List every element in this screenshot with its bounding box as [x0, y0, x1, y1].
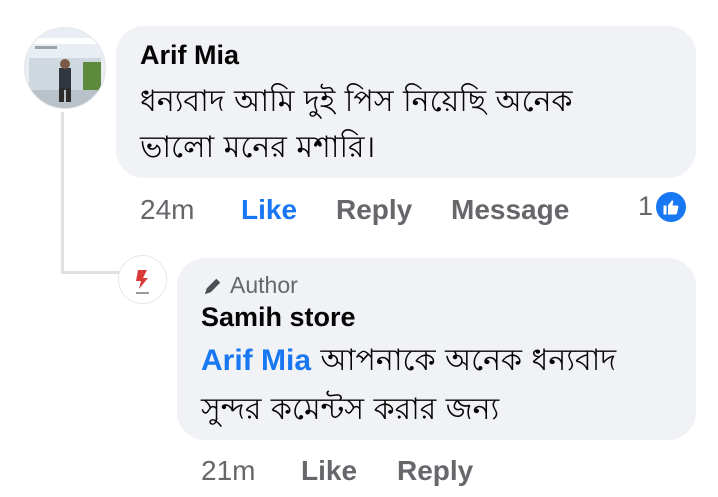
thread-connector-vertical — [61, 112, 64, 274]
thread-connector-horizontal — [61, 271, 121, 274]
thumbs-up-icon — [656, 191, 687, 222]
reply-author-name[interactable]: Samih store — [201, 302, 356, 333]
comment-reply-button[interactable]: Reply — [336, 194, 412, 226]
comment-text-line-1: ধন্যবাদ আমি দুই পিস নিয়েছি অনেক — [140, 84, 573, 119]
comment-timestamp[interactable]: 24m — [140, 194, 194, 226]
reaction-count: 1 — [638, 191, 654, 221]
comment-text-line-2: ভালো মনের মশারি। — [140, 130, 376, 165]
pencil-icon — [203, 276, 223, 296]
commenter-name[interactable]: Arif Mia — [140, 40, 239, 71]
reply-text-line-1-body: আপনাকে অনেক ধন্যবাদ — [311, 343, 617, 378]
reply-text-line-1: Arif Mia আপনাকে অনেক ধন্যবাদ — [201, 335, 616, 387]
author-badge-label: Author — [230, 272, 298, 298]
store-avatar[interactable] — [118, 255, 167, 304]
comment-message-button[interactable]: Message — [451, 194, 569, 226]
reply-like-button[interactable]: Like — [301, 455, 357, 487]
reply-text-line-2: সুন্দর কমেন্টস করার জন্য — [201, 392, 500, 427]
author-badge: Author — [203, 272, 298, 299]
mention-link[interactable]: Arif Mia — [201, 344, 311, 377]
store-logo-icon — [119, 256, 166, 303]
reply-reply-button[interactable]: Reply — [397, 455, 473, 487]
reply-timestamp[interactable]: 21m — [201, 455, 255, 487]
profile-photo-icon — [25, 28, 105, 108]
reaction-summary[interactable]: 1 — [638, 191, 687, 222]
commenter-avatar[interactable] — [24, 27, 106, 109]
comment-like-button[interactable]: Like — [241, 194, 297, 226]
